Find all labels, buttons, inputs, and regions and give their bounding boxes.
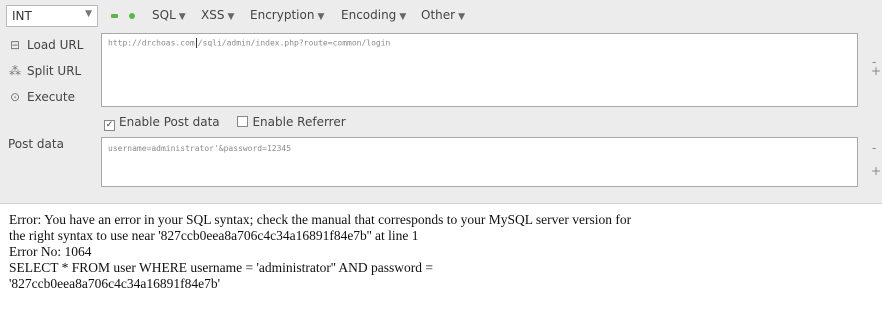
- menu-xss[interactable]: XSS ▼: [201, 8, 234, 22]
- load-url-label: Load URL: [27, 38, 84, 52]
- post-shrink-button[interactable]: -: [872, 141, 876, 155]
- sql-query-line: '827ccb0eea8a706c4c34a16891f84e7b': [9, 276, 221, 291]
- url-text-end: /sqli/admin/index.php?route=common/login: [197, 38, 391, 48]
- execute-icon: ⊙: [9, 90, 21, 104]
- menu-other[interactable]: Other ▼: [421, 8, 465, 22]
- split-url-icon: ⁂: [9, 64, 21, 78]
- split-url-label: Split URL: [27, 64, 82, 78]
- int-select[interactable]: INT ▼: [6, 5, 98, 27]
- post-data-textarea[interactable]: username=administrator'&password=12345: [101, 137, 858, 187]
- menu-encoding[interactable]: Encoding ▼: [341, 8, 406, 22]
- decrease-icon[interactable]: [111, 14, 118, 18]
- checkbox-checked-icon: ✓: [104, 120, 115, 131]
- checkbox-empty-icon: [237, 116, 249, 127]
- load-url-icon: ⊟: [9, 38, 21, 52]
- url-text-start: http://drchoas.com: [108, 38, 195, 48]
- post-data-label: Post data: [8, 137, 64, 151]
- int-select-value: INT: [12, 9, 32, 23]
- menu-sql-label: SQL: [152, 8, 176, 22]
- caret-down-icon: ▼: [227, 12, 235, 22]
- menu-encoding-label: Encoding: [341, 8, 397, 22]
- enable-post-label: Enable Post data: [119, 115, 220, 129]
- url-textarea[interactable]: http://drchoas.com/sqli/admin/index.php?…: [101, 33, 858, 107]
- options-row: ✓ Enable Post data Enable Referrer: [104, 115, 360, 131]
- url-expand-button[interactable]: +: [871, 64, 881, 78]
- caret-down-icon: ▼: [399, 12, 407, 22]
- split-url-button[interactable]: ⁂ Split URL: [8, 64, 81, 78]
- enable-referrer-checkbox[interactable]: Enable Referrer: [237, 115, 346, 129]
- page-output: Error: You have an error in your SQL syn…: [9, 212, 879, 292]
- menu-encryption[interactable]: Encryption ▼: [250, 8, 324, 22]
- execute-label: Execute: [27, 90, 75, 104]
- sql-query-line: SELECT * FROM user WHERE username = 'adm…: [9, 260, 433, 275]
- error-number: Error No: 1064: [9, 244, 92, 259]
- caret-down-icon: ▼: [178, 12, 186, 22]
- caret-down-icon: ▼: [317, 12, 325, 22]
- menu-encryption-label: Encryption: [250, 8, 315, 22]
- toolbar: INT ▼ SQL ▼ XSS ▼ Encryption ▼ Encoding ▼ Ot…: [0, 0, 882, 30]
- text-cursor: [195, 38, 197, 48]
- error-message-line: the right syntax to use near '827ccb0eea…: [9, 228, 419, 243]
- error-message-line: Error: You have an error in your SQL syn…: [9, 212, 632, 227]
- menu-sql[interactable]: SQL ▼: [152, 8, 186, 22]
- enable-referrer-label: Enable Referrer: [252, 115, 346, 129]
- chevron-down-icon: ▼: [85, 9, 92, 19]
- load-url-button[interactable]: ⊟ Load URL: [8, 38, 83, 52]
- execute-button[interactable]: ⊙ Execute: [8, 90, 75, 104]
- caret-down-icon: ▼: [458, 12, 465, 22]
- menu-xss-label: XSS: [201, 8, 225, 22]
- increase-icon[interactable]: [129, 13, 135, 19]
- menu-other-label: Other: [421, 8, 456, 22]
- enable-post-checkbox[interactable]: ✓ Enable Post data: [104, 115, 220, 131]
- post-expand-button[interactable]: +: [871, 164, 881, 178]
- hackbar-panel: INT ▼ SQL ▼ XSS ▼ Encryption ▼ Encoding ▼ Ot…: [0, 0, 882, 204]
